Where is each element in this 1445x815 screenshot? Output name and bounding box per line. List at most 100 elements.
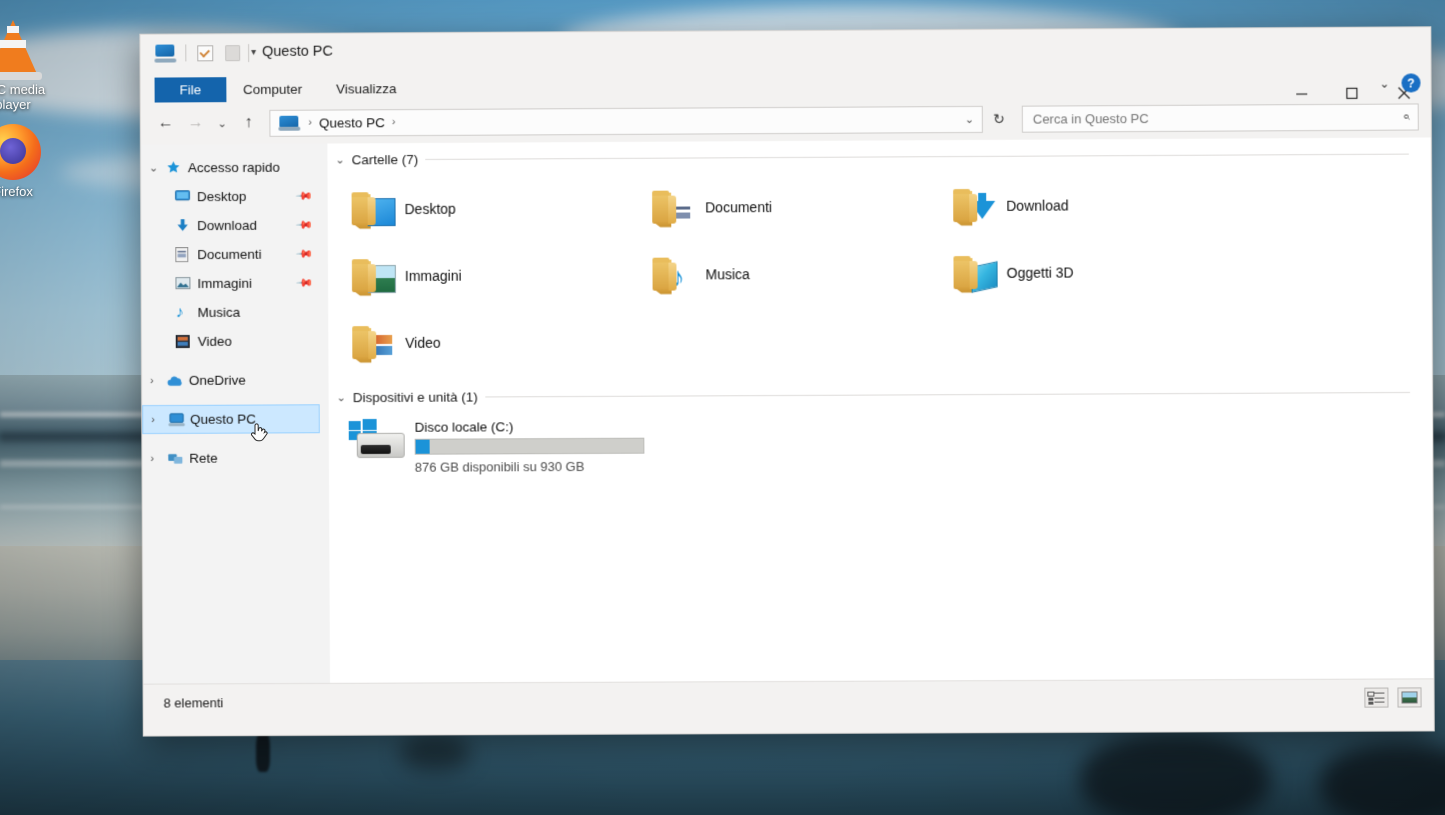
folder-label: Immagini	[404, 267, 462, 284]
back-button[interactable]: ←	[153, 110, 179, 136]
folder-item-video[interactable]: Video	[344, 308, 645, 376]
chevron-down-icon[interactable]: ⌄	[149, 161, 166, 174]
this-pc-icon	[278, 115, 301, 131]
recent-locations-button[interactable]: ⌄	[213, 110, 232, 136]
divider	[425, 153, 1409, 160]
folder-item-immagini[interactable]: Immagini	[344, 241, 645, 310]
sidebar-item-label: OneDrive	[188, 372, 246, 388]
chevron-right-icon[interactable]: ›	[150, 375, 167, 387]
folder-icon	[951, 186, 996, 224]
tab-computer[interactable]: Computer	[226, 77, 319, 102]
pin-icon[interactable]: 📌	[296, 245, 315, 263]
large-icons-view-button[interactable]	[1397, 687, 1422, 708]
address-dropdown-icon[interactable]: ⌄	[965, 112, 974, 125]
mouse-cursor-hand	[251, 423, 268, 442]
folder-item-oggetti-3d[interactable]: Oggetti 3D	[945, 238, 1247, 307]
chevron-right-icon[interactable]: ›	[150, 452, 167, 464]
drive-item-disco-locale-c[interactable]: Disco locale (C:) 876 GB disponibili su …	[329, 404, 1433, 475]
customize-qat-caret-icon[interactable]: ▾	[251, 47, 256, 58]
sidebar-item-video[interactable]: Video	[142, 326, 329, 356]
drive-info: Disco locale (C:) 876 GB disponibili su …	[415, 418, 645, 475]
search-icon[interactable]: ⌕	[1402, 109, 1409, 125]
folder-item-download[interactable]: Download	[945, 171, 1247, 240]
sidebar-item-label: Accesso rapido	[187, 159, 280, 176]
video-icon	[176, 335, 198, 349]
sidebar-item-label: Download	[197, 217, 258, 234]
drive-capacity-bar	[414, 437, 645, 455]
group-title: Cartelle (7)	[351, 152, 419, 168]
divider	[248, 44, 250, 63]
new-folder-button[interactable]	[223, 43, 242, 62]
chevron-down-icon[interactable]: ⌄	[335, 153, 344, 166]
wallpaper-shadow	[1320, 745, 1445, 815]
sidebar-item-download[interactable]: Download 📌	[141, 210, 328, 240]
picture-icon	[175, 277, 197, 290]
music-note-icon: ♪	[175, 303, 184, 321]
hard-drive-icon	[348, 418, 405, 461]
document-icon	[175, 247, 197, 263]
folder-item-documenti[interactable]: Documenti	[644, 172, 945, 241]
wallpaper-figure	[256, 730, 270, 772]
sidebar-item-label: Rete	[189, 450, 218, 466]
window-title: Questo PC	[262, 43, 333, 60]
breadcrumb-separator[interactable]: ›	[392, 116, 396, 128]
sidebar-item-desktop[interactable]: Desktop 📌	[141, 181, 328, 211]
folder-icon	[350, 257, 396, 295]
network-icon	[167, 451, 189, 465]
status-item-count: 8 elementi	[163, 694, 224, 711]
status-bar: 8 elementi	[143, 678, 1434, 721]
drive-free-space: 876 GB disponibili su 930 GB	[414, 458, 585, 475]
refresh-button[interactable]: ↻	[987, 110, 1011, 127]
pin-icon[interactable]: 📌	[296, 274, 315, 292]
pin-icon[interactable]: 📌	[296, 216, 315, 234]
sidebar-item-rete[interactable]: › Rete	[142, 443, 329, 473]
sidebar-item-label: Musica	[197, 304, 241, 320]
help-button[interactable]: ?	[1401, 73, 1421, 93]
file-explorer-window: ▾ Questo PC File Computer Visualizza ⌄ ?…	[139, 26, 1435, 737]
tab-visualizza[interactable]: Visualizza	[319, 76, 413, 102]
forward-button[interactable]: →	[183, 110, 209, 136]
up-button[interactable]: ↑	[235, 110, 261, 136]
sidebar-item-musica[interactable]: ♪ Musica	[142, 297, 329, 327]
folder-item-musica[interactable]: ♪ Musica	[644, 239, 945, 308]
divider	[484, 391, 1411, 398]
chevron-right-icon[interactable]: ›	[151, 413, 168, 426]
sidebar-item-documenti[interactable]: Documenti 📌	[141, 239, 328, 269]
vlc-cone-icon	[0, 18, 72, 80]
desktop-icon	[175, 190, 197, 203]
navigation-pane: ⌄ Accesso rapido Desktop 📌 Download 📌 Do…	[140, 143, 331, 684]
expand-ribbon-icon[interactable]: ⌄	[1379, 76, 1389, 90]
folder-icon	[951, 253, 998, 291]
properties-button[interactable]	[195, 43, 214, 62]
folder-icon	[350, 190, 396, 228]
details-view-button[interactable]	[1364, 687, 1389, 708]
quick-access-toolbar: ▾	[154, 43, 256, 63]
group-header-dispositivi[interactable]: ⌄ Dispositivi e unità (1)	[329, 385, 1433, 405]
pin-icon[interactable]: 📌	[295, 187, 314, 205]
drive-name: Disco locale (C:)	[414, 419, 514, 435]
folder-tile-grid: Desktop Documenti Download Immagini ♪ Mu…	[328, 165, 1432, 376]
folder-label: Desktop	[404, 200, 456, 217]
group-header-cartelle[interactable]: ⌄ Cartelle (7)	[327, 146, 1431, 167]
folder-item-desktop[interactable]: Desktop	[343, 174, 644, 243]
tab-file[interactable]: File	[154, 77, 227, 103]
this-pc-icon	[154, 44, 177, 63]
sidebar-item-accesso-rapido[interactable]: ⌄ Accesso rapido	[141, 153, 328, 183]
firefox-icon	[0, 120, 72, 182]
desktop-icon-label: VLC media player	[0, 82, 46, 112]
desktop-icon-vlc[interactable]: VLC media player	[0, 18, 72, 112]
breadcrumb-item-questo-pc[interactable]: Questo PC	[319, 115, 385, 130]
sidebar-item-immagini[interactable]: Immagini 📌	[142, 268, 329, 298]
address-bar[interactable]: › Questo PC › ⌄	[269, 105, 984, 137]
sidebar-item-questo-pc[interactable]: › Questo PC	[142, 404, 320, 435]
sidebar-item-onedrive[interactable]: › OneDrive	[142, 365, 329, 395]
title-bar: ▾ Questo PC	[140, 27, 1431, 77]
chevron-down-icon[interactable]: ⌄	[337, 391, 346, 404]
sidebar-item-label: Immagini	[197, 275, 253, 292]
folder-label: Musica	[705, 265, 750, 282]
folder-icon	[350, 323, 394, 361]
wallpaper-shadow	[1080, 735, 1270, 815]
desktop-icon-firefox[interactable]: Firefox	[0, 120, 72, 199]
sidebar-item-label: Documenti	[197, 246, 262, 263]
sidebar-item-label: Questo PC	[190, 411, 256, 427]
